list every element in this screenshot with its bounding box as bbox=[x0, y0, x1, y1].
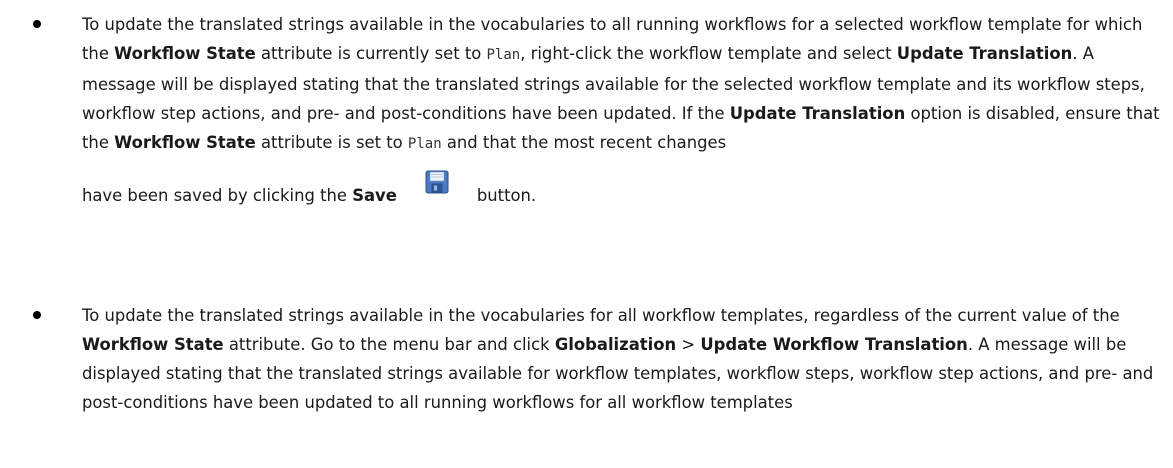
ui-term-workflow-state: Workflow State bbox=[82, 335, 224, 354]
text-run: , right-click the workflow template and … bbox=[520, 44, 897, 63]
menu-term-globalization: Globalization bbox=[554, 335, 677, 354]
list-item-text: To update the translated strings availab… bbox=[82, 301, 1167, 417]
ui-term-update-translation: Update Translation bbox=[896, 44, 1073, 63]
text-run: To update the translated strings availab… bbox=[82, 306, 1120, 325]
list-item-text: To update the translated strings availab… bbox=[82, 10, 1167, 218]
ui-term-update-translation: Update Translation bbox=[729, 104, 906, 123]
text-run: attribute is set to bbox=[255, 133, 408, 152]
text-run: attribute. Go to the menu bar and click bbox=[223, 335, 555, 354]
menu-term-update-workflow-translation: Update Workflow Translation bbox=[700, 335, 968, 354]
bullet-icon bbox=[33, 311, 41, 319]
text-run: > bbox=[676, 335, 701, 354]
document-body: To update the translated strings availab… bbox=[0, 0, 1173, 468]
text-run: button. bbox=[476, 186, 537, 205]
save-instruction-line: have been saved by clicking the Save but… bbox=[82, 170, 1167, 218]
ui-term-save: Save bbox=[352, 186, 397, 205]
bullet-icon bbox=[33, 20, 41, 28]
text-run: and that the most recent changes bbox=[441, 133, 727, 152]
text-run: attribute is currently set to bbox=[255, 44, 487, 63]
ui-term-workflow-state: Workflow State bbox=[114, 133, 256, 152]
ui-term-workflow-state: Workflow State bbox=[114, 44, 256, 63]
code-value-plan: Plan bbox=[407, 136, 442, 152]
text-run: have been saved by clicking the bbox=[82, 186, 353, 205]
save-icon bbox=[425, 170, 449, 194]
code-value-plan: Plan bbox=[486, 47, 521, 63]
